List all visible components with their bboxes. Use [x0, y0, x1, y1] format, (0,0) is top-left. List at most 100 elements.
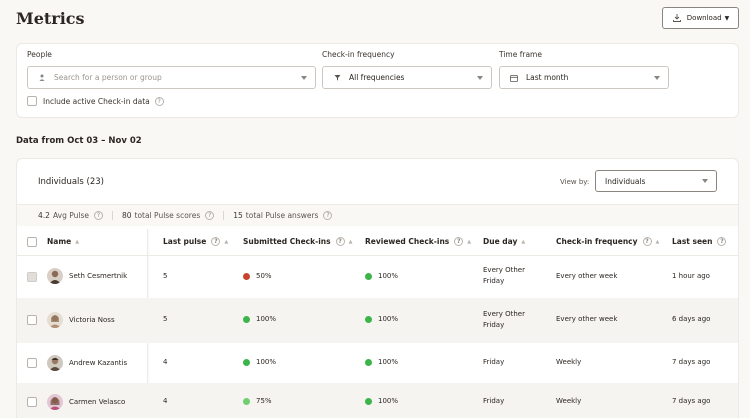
help-icon[interactable]: ?	[211, 237, 221, 246]
timeframe-label: Time frame	[499, 50, 542, 59]
sort-icon: ▲	[655, 238, 660, 245]
help-icon[interactable]: ?	[335, 237, 345, 246]
col-header-due-day[interactable]: Due day ▲	[483, 237, 525, 246]
sort-icon: ▲	[521, 238, 526, 245]
reviewed-value: 100%	[378, 272, 399, 280]
include-active-checkbox[interactable]	[27, 96, 37, 106]
filter-icon	[333, 74, 341, 82]
last-seen-value: 1 hour ago	[672, 272, 710, 280]
view-by-label: View by:	[560, 178, 590, 186]
timeframe-select[interactable]: Last month	[499, 66, 669, 89]
download-label: Download	[686, 14, 722, 22]
person-name: Andrew Kazantis	[69, 359, 128, 367]
frequency-value: Every other week	[556, 272, 618, 280]
person-name: Victoria Noss	[69, 316, 115, 324]
last-pulse-value: 4	[163, 358, 168, 366]
help-icon[interactable]: ?	[154, 96, 164, 106]
last-seen-value: 7 days ago	[672, 397, 711, 405]
people-search-input[interactable]: Search for a person or group	[27, 66, 316, 89]
view-by-value: Individuals	[605, 176, 646, 186]
summary-stats: 4.2 Avg Pulse ? 80 total Pulse scores ? …	[17, 204, 738, 226]
stat-avg-pulse: 4.2 Avg Pulse ?	[38, 211, 113, 220]
reviewed-value: 100%	[378, 315, 399, 323]
row-checkbox[interactable]	[27, 358, 37, 368]
date-range-heading: Data from Oct 03 – Nov 02	[16, 136, 142, 146]
stat-label: Avg Pulse	[52, 211, 89, 220]
due-day-line: Friday	[483, 321, 505, 329]
due-day-line: Every Other	[483, 310, 525, 318]
row-checkbox[interactable]	[27, 397, 37, 407]
person-icon	[38, 74, 46, 82]
help-icon[interactable]: ?	[717, 237, 727, 246]
calendar-icon	[510, 74, 518, 82]
last-pulse-value: 5	[163, 315, 168, 323]
due-day-value: Friday	[483, 397, 505, 405]
col-header-name[interactable]: Name ▲	[47, 237, 79, 246]
col-header-submitted[interactable]: Submitted Check-ins? ▲	[243, 237, 352, 246]
select-all-checkbox[interactable]	[27, 237, 37, 247]
col-label: Name	[47, 237, 72, 246]
last-seen-value: 7 days ago	[672, 358, 711, 366]
sort-icon: ▲	[467, 238, 472, 245]
last-seen-value: 6 days ago	[672, 315, 711, 323]
status-dot	[365, 315, 372, 323]
col-header-last-seen[interactable]: Last seen?	[672, 237, 727, 246]
help-icon[interactable]: ?	[205, 211, 215, 220]
frequency-select[interactable]: All frequencies	[322, 66, 492, 89]
status-dot	[243, 272, 250, 280]
table-row[interactable]: Andrew Kazantis 4 100% 100% Friday Weekl…	[17, 343, 738, 383]
due-day-line: Friday	[483, 277, 505, 285]
frequency-value: All frequencies	[349, 73, 405, 82]
avatar	[47, 355, 63, 371]
sort-icon: ▲	[224, 238, 229, 245]
col-header-reviewed[interactable]: Reviewed Check-ins? ▲	[365, 237, 471, 246]
submitted-value: 100%	[256, 358, 277, 366]
submitted-value: 75%	[256, 397, 272, 405]
stat-pulse-scores: 80 total Pulse scores ?	[121, 211, 225, 220]
help-icon[interactable]: ?	[93, 211, 103, 220]
header-select-all	[27, 237, 37, 247]
timeframe-value: Last month	[526, 73, 569, 82]
people-label: People	[27, 50, 52, 59]
frequency-value: Weekly	[556, 397, 582, 405]
row-checkbox[interactable]	[27, 272, 37, 282]
submitted-value: 50%	[256, 272, 272, 280]
stat-value: 15	[233, 211, 243, 220]
download-button[interactable]: Download ▼	[662, 7, 739, 29]
last-pulse-value: 5	[163, 272, 168, 280]
table-row[interactable]: Victoria Noss 5 100% 100% Every Other Fr…	[17, 298, 738, 343]
frequency-value: Every other week	[556, 315, 618, 323]
chevron-down-icon	[702, 179, 708, 183]
reviewed-value: 100%	[378, 397, 399, 405]
caret-down-icon: ▼	[724, 14, 730, 22]
row-checkbox[interactable]	[27, 315, 37, 325]
status-dot	[365, 397, 372, 405]
col-label: Check-in frequency	[556, 237, 638, 246]
avatar	[47, 394, 63, 410]
frequency-label: Check-in frequency	[322, 50, 395, 59]
col-label: Last pulse	[163, 237, 207, 246]
col-header-frequency[interactable]: Check-in frequency? ▲	[556, 237, 659, 246]
person-name: Seth Cesmertnik	[69, 272, 128, 280]
table-row[interactable]: Carmen Velasco 4 75% 100% Friday Weekly …	[17, 383, 738, 418]
view-by-select[interactable]: Individuals	[595, 170, 717, 192]
status-dot	[243, 397, 250, 405]
stat-label: total Pulse scores	[134, 211, 201, 220]
people-placeholder: Search for a person or group	[54, 73, 162, 82]
submitted-value: 100%	[256, 315, 277, 323]
status-dot	[365, 358, 372, 366]
page-title: Metrics	[16, 9, 85, 28]
stat-value: 80	[121, 211, 132, 220]
last-pulse-value: 4	[163, 397, 168, 405]
include-active-label: Include active Check-in data	[43, 96, 150, 106]
col-label: Reviewed Check-ins	[365, 237, 450, 246]
stat-label: total Pulse answers	[245, 211, 319, 220]
help-icon[interactable]: ?	[454, 237, 464, 246]
table-row[interactable]: Seth Cesmertnik 5 50% 100% Every Other F…	[17, 256, 738, 298]
help-icon[interactable]: ?	[323, 211, 333, 220]
col-header-last-pulse[interactable]: Last pulse? ▲	[163, 237, 228, 246]
col-label: Submitted Check-ins	[243, 237, 331, 246]
status-dot	[243, 358, 250, 366]
sort-icon: ▲	[75, 238, 80, 245]
help-icon[interactable]: ?	[642, 237, 652, 246]
